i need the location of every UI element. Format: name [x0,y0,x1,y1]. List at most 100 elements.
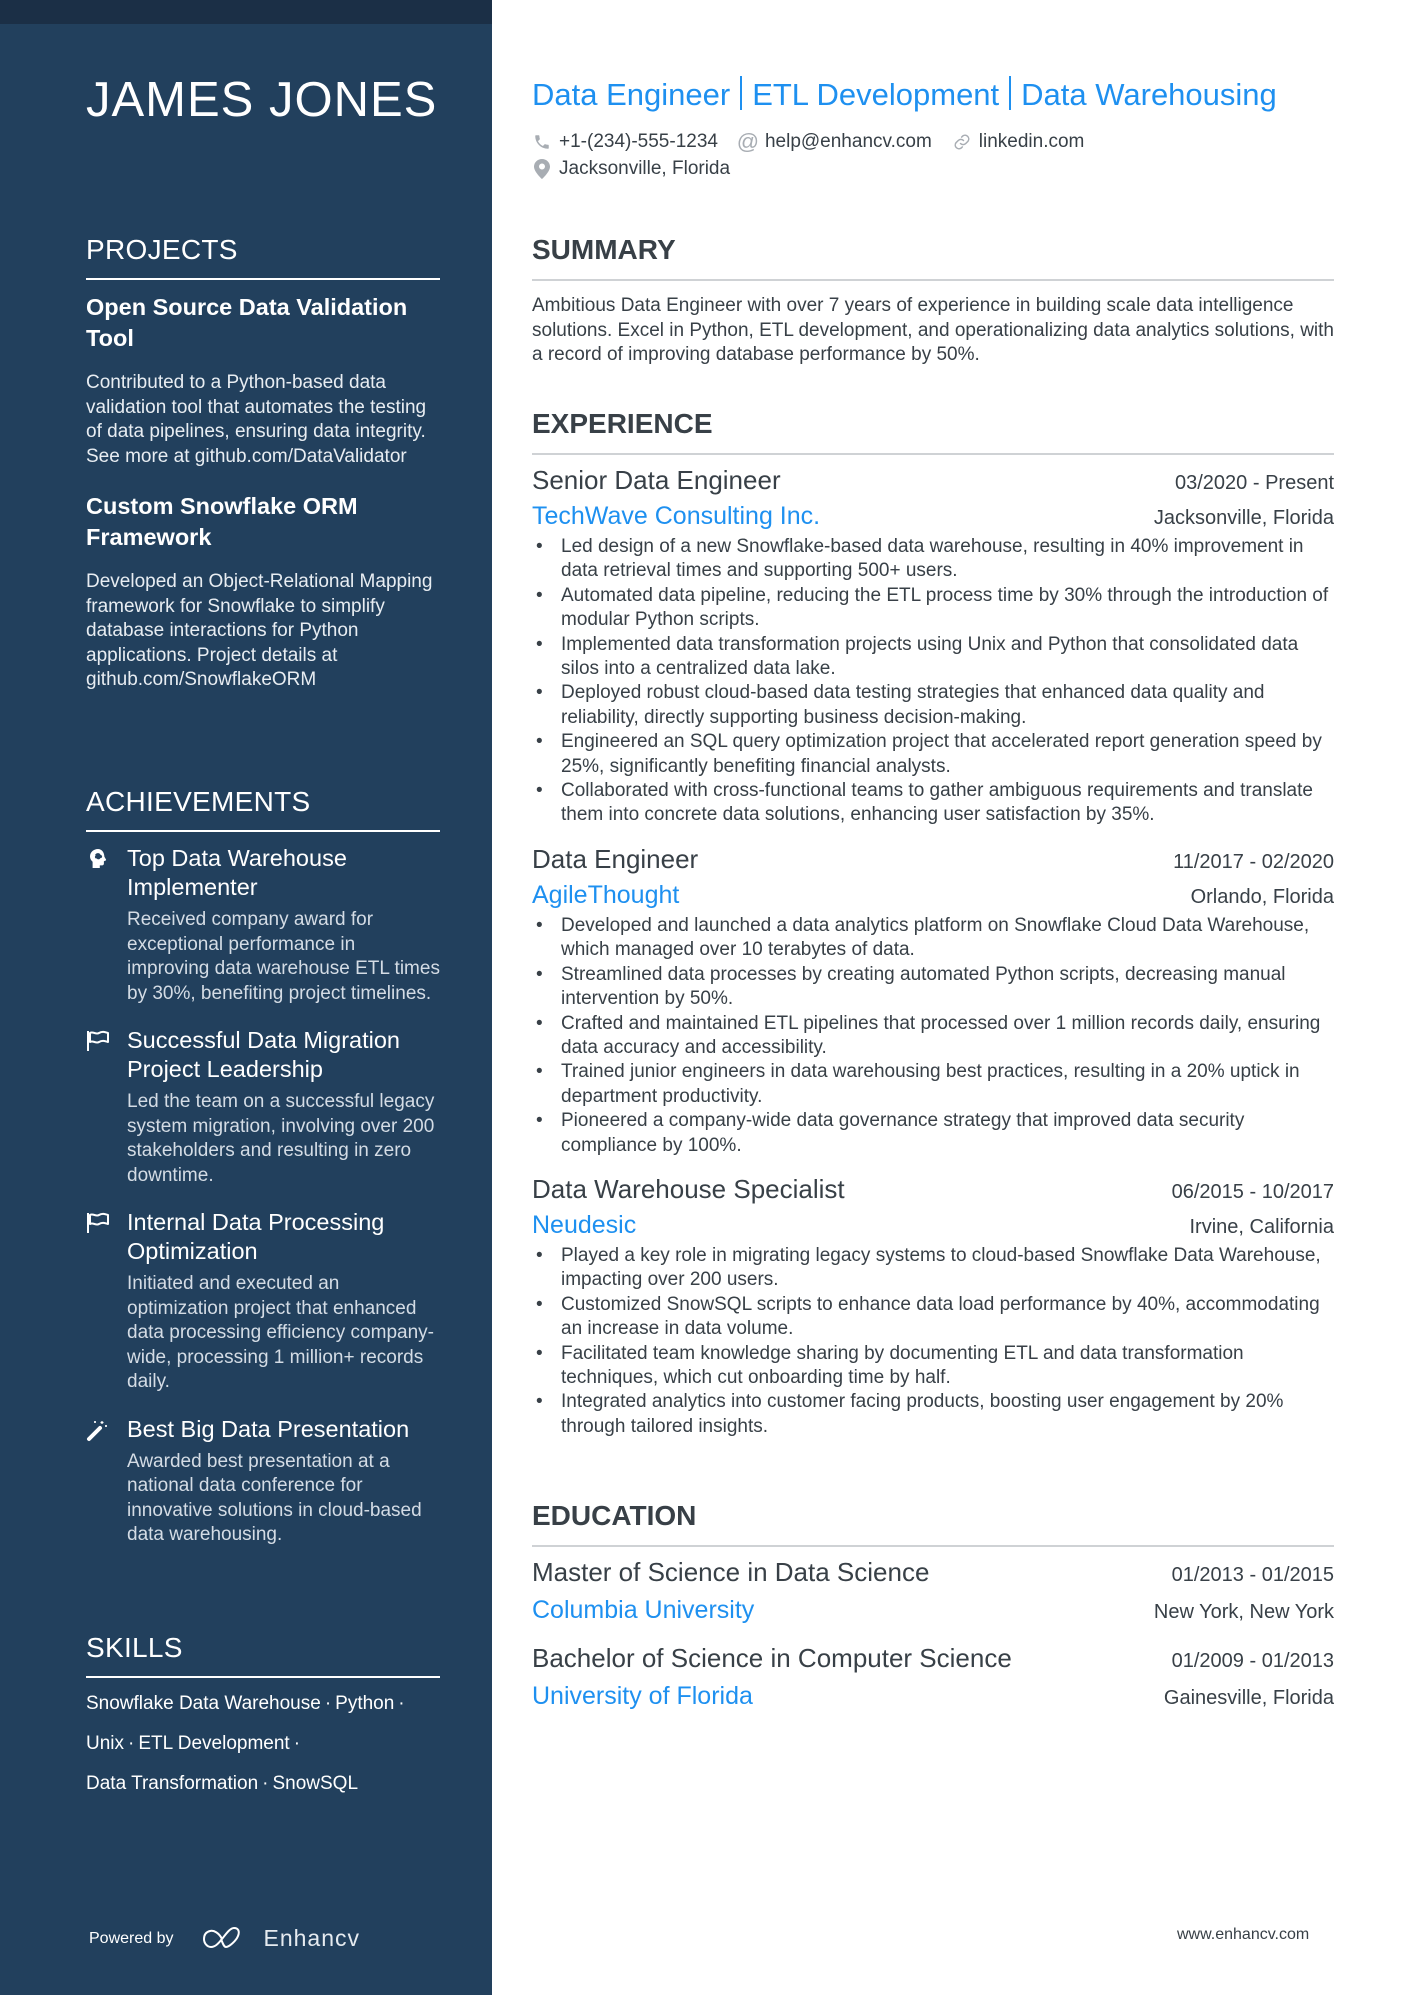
education-heading: EDUCATION [532,1500,1334,1547]
job-bullet: Led design of a new Snowflake-based data… [532,535,1334,584]
job-bullet: Crafted and maintained ETL pipelines tha… [532,1012,1334,1061]
summary-section: SUMMARY Ambitious Data Engineer with ove… [532,234,1334,368]
education-dates: 01/2009 - 01/2013 [1171,1650,1334,1672]
achievement-item: Successful Data Migration Project Leader… [86,1026,440,1188]
link-text: linkedin.com [978,130,1085,152]
skills-line: Unix · ETL Development · [86,1724,440,1764]
powered-by-label: Powered by [89,1929,174,1947]
job-bullet: Developed and launched a data analytics … [532,914,1334,963]
experience-heading: EXPERIENCE [532,408,1334,455]
phone-text: +1-(234)-555-1234 [559,130,718,152]
headline-title: Data Warehousing [1021,77,1277,112]
phone-icon [532,132,552,152]
flag-icon [86,1211,112,1237]
achievement-title: Successful Data Migration Project Leader… [127,1027,400,1082]
skill-separator: · [324,1693,332,1714]
skill-item: Snowflake Data Warehouse [86,1693,321,1714]
job-bullet: Trained junior engineers in data warehou… [532,1060,1334,1109]
job-entry: Senior Data Engineer 03/2020 - Present T… [532,465,1334,828]
location-pin-icon [532,158,552,179]
job-bullets: Developed and launched a data analytics … [532,914,1334,1158]
job-location: Orlando, Florida [1190,885,1334,908]
company-name: TechWave Consulting Inc. [532,502,821,530]
project-title: Custom Snowflake ORM Framework [86,493,358,550]
degree: Master of Science in Data Science [532,1557,930,1587]
school-location: Gainesville, Florida [1163,1687,1334,1709]
job-bullet: Played a key role in migrating legacy sy… [532,1244,1334,1293]
project-description: Contributed to a Python-based data valid… [86,372,427,467]
summary-text: Ambitious Data Engineer with over 7 year… [532,295,1334,365]
job-bullet: Engineered an SQL query optimization pro… [532,730,1334,779]
job-bullet: Streamlined data processes by creating a… [532,963,1334,1012]
job-bullet: Customized SnowSQL scripts to enhance da… [532,1293,1334,1342]
project-item: Open Source Data Validation Tool Contrib… [86,292,440,469]
education-section: EDUCATION Master of Science in Data Scie… [532,1500,1334,1711]
headline-title: Data Engineer [532,77,731,112]
footer-url[interactable]: www.enhancv.com [1177,1926,1309,1944]
skills-line: Data Transformation · SnowSQL [86,1764,440,1804]
job-entry: Data Engineer 11/2017 - 02/2020 AgileTho… [532,844,1334,1158]
skill-item: Unix [86,1733,125,1754]
skills-heading: SKILLS [86,1632,440,1678]
powered-by: Powered by Enhancv [89,1925,360,1952]
experience-section: EXPERIENCE Senior Data Engineer 03/2020 … [532,408,1334,1439]
link-icon [952,132,972,152]
magic-wand-icon [86,1418,112,1444]
project-description: Developed an Object-Relational Mapping f… [86,571,433,690]
contact-link[interactable]: linkedin.com [952,130,1085,153]
skills-section: SKILLS Snowflake Data Warehouse · Python · … [86,1632,440,1804]
candidate-name: JAMES JONES [86,73,438,127]
job-bullet: Implemented data transformation projects… [532,633,1334,682]
headline-divider [740,76,743,110]
flag-icon [86,1029,112,1055]
skills-line: Snowflake Data Warehouse · Python · [86,1684,440,1724]
achievement-description: Received company award for exceptional p… [127,909,440,1004]
achievement-item: Internal Data Processing Optimization In… [86,1208,440,1395]
enhancv-logo[interactable]: Enhancv [202,1925,361,1952]
contact-info: +1-(234)-555-1234 @ help@enhancv.com lin… [532,128,1104,182]
at-sign-icon: @ [736,128,760,154]
job-bullets: Led design of a new Snowflake-based data… [532,535,1334,828]
job-bullet: Facilitated team knowledge sharing by do… [532,1342,1334,1391]
contact-phone[interactable]: +1-(234)-555-1234 [532,131,718,153]
job-entry: Data Warehouse Specialist 06/2015 - 10/2… [532,1174,1334,1439]
job-bullet: Integrated analytics into customer facin… [532,1390,1334,1439]
project-title: Open Source Data Validation Tool [86,294,408,351]
company-name: AgileThought [532,880,680,909]
sidebar-top-band [0,0,492,24]
skill-item: Python [335,1693,395,1714]
projects-section: PROJECTS Open Source Data Validation Too… [86,234,440,693]
headline: Data Engineer ETL Development Data Warehou… [532,76,1277,113]
achievement-description: Awarded best presentation at a national … [127,1450,422,1546]
skill-separator: · [293,1733,301,1754]
email-text: help@enhancv.com [764,130,932,152]
school-name: Columbia University [532,1596,755,1624]
achievement-item: Top Data Warehouse Implementer Received … [86,844,440,1006]
skill-item: Data Transformation [86,1773,259,1794]
job-location: Jacksonville, Florida [1153,507,1334,529]
skill-item: ETL Development [138,1733,290,1754]
contact-email[interactable]: @ help@enhancv.com [736,128,932,154]
school-location: New York, New York [1153,1601,1334,1623]
achievement-description: Initiated and executed an optimization p… [127,1273,434,1392]
sidebar: JAMES JONES PROJECTS Open Source Data Va… [0,0,492,1995]
achievements-section: ACHIEVEMENTS Top Data Warehouse Implemen… [86,786,440,1548]
project-item: Custom Snowflake ORM Framework Developed… [86,491,440,693]
education-dates: 01/2013 - 01/2015 [1171,1564,1334,1586]
achievement-title: Best Big Data Presentation [127,1415,410,1442]
education-entry: Bachelor of Science in Computer Science … [532,1643,1334,1711]
achievements-heading: ACHIEVEMENTS [86,786,440,832]
job-bullet: Collaborated with cross-functional teams… [532,779,1334,828]
skill-separator: · [398,1693,405,1714]
achievement-title: Internal Data Processing Optimization [127,1209,385,1264]
location-text: Jacksonville, Florida [559,157,731,179]
enhancv-logo-icon [202,1926,240,1948]
headline-title: ETL Development [752,77,1000,112]
job-dates: 11/2017 - 02/2020 [1173,850,1334,873]
achievement-description: Led the team on a successful legacy syst… [127,1091,435,1186]
education-entry: Master of Science in Data Science 01/201… [532,1557,1334,1625]
enhancv-wordmark: Enhancv [263,1925,361,1951]
job-dates: 06/2015 - 10/2017 [1171,1180,1334,1203]
skill-separator: · [262,1773,269,1794]
job-title: Data Warehouse Specialist [532,1173,845,1204]
